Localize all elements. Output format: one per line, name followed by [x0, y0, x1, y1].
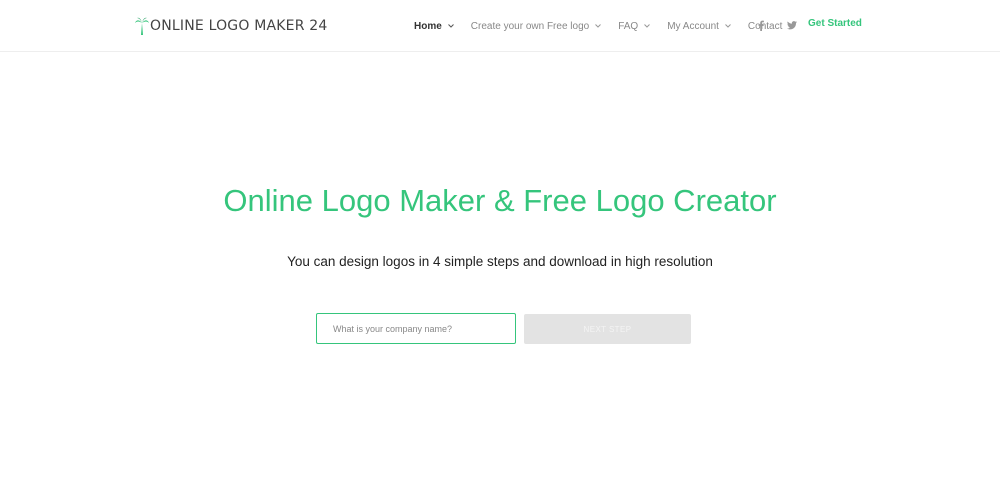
company-name-input[interactable] — [316, 313, 516, 344]
nav-item-label: My Account — [667, 20, 719, 32]
next-step-button[interactable]: NEXT STEP — [524, 314, 691, 344]
nav-item-home[interactable]: Home — [414, 21, 455, 32]
chevron-down-icon — [644, 24, 651, 28]
chevron-down-icon — [725, 24, 731, 28]
site-header: ONLINE LOGO MAKER 24 Home Create your ow… — [0, 0, 1000, 52]
main-nav: Home Create your own Free logo FAQ My Ac… — [414, 18, 811, 34]
hero-subtitle: You can design logos in 4 simple steps a… — [287, 254, 713, 269]
nav-item-my-account[interactable]: My Account — [667, 21, 732, 32]
get-started-link[interactable]: Get Started — [808, 18, 862, 29]
nav-item-create-logo[interactable]: Create your own Free logo — [471, 21, 602, 32]
chevron-down-icon — [595, 24, 602, 28]
hero-title: Online Logo Maker & Free Logo Creator — [223, 183, 777, 218]
nav-item-faq[interactable]: FAQ — [618, 21, 651, 32]
chevron-down-icon — [447, 24, 454, 28]
facebook-icon[interactable] — [756, 18, 766, 32]
logo-text: ONLINE LOGO MAKER 24 — [150, 18, 328, 34]
twitter-icon[interactable] — [786, 18, 798, 32]
palm-tree-logo-icon — [135, 17, 149, 35]
nav-item-label: Create your own Free logo — [470, 20, 590, 32]
nav-item-label: FAQ — [618, 20, 639, 32]
nav-item-label: Home — [414, 20, 442, 32]
site-logo[interactable]: ONLINE LOGO MAKER 24 — [135, 14, 328, 38]
